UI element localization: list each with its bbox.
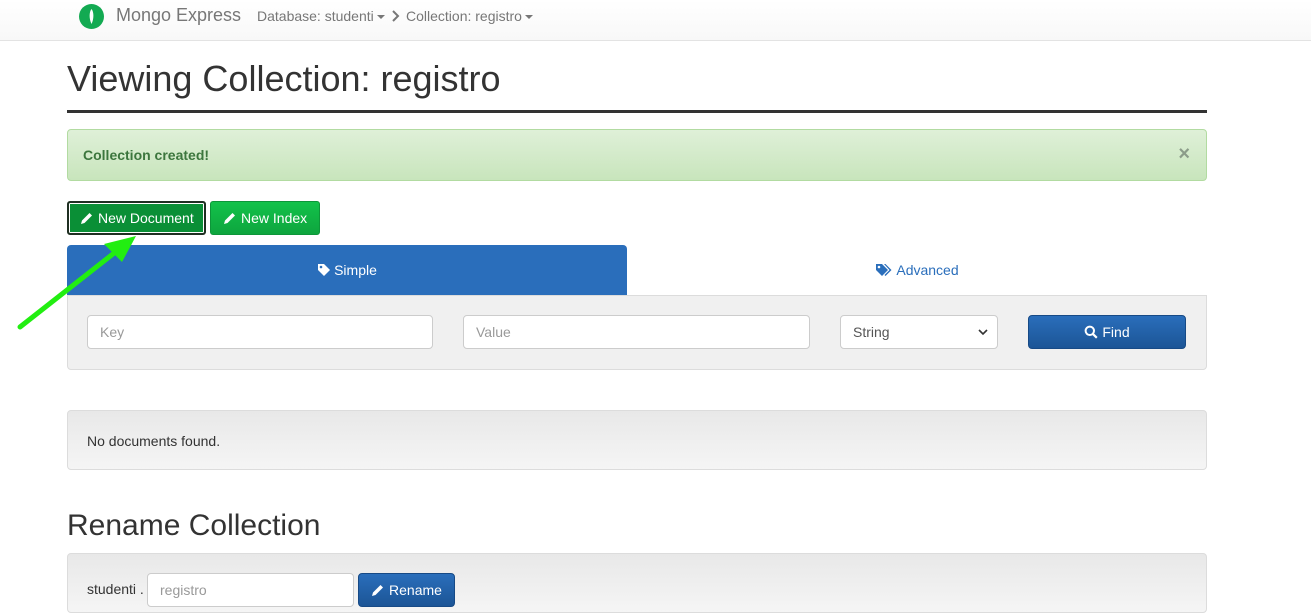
rename-button[interactable]: Rename <box>358 573 455 607</box>
select-arrow-icon <box>978 329 988 336</box>
type-select-value: String <box>853 324 890 340</box>
new-index-button[interactable]: New Index <box>210 201 320 235</box>
pencil-icon <box>224 213 235 224</box>
collection-label: Collection: registro <box>406 8 522 24</box>
rename-input[interactable] <box>147 573 354 607</box>
pencil-icon <box>81 213 92 224</box>
mongodb-leaf-icon[interactable] <box>79 4 104 29</box>
no-documents-message: No documents found. <box>87 433 221 449</box>
tab-advanced-label: Advanced <box>896 262 959 278</box>
caret-down-icon <box>524 15 533 20</box>
key-input[interactable] <box>87 315 433 349</box>
new-index-label: New Index <box>241 210 308 226</box>
find-label: Find <box>1102 324 1130 340</box>
find-button[interactable]: Find <box>1028 315 1186 349</box>
rename-database-prefix: studenti . <box>87 581 144 597</box>
search-icon <box>1084 325 1098 339</box>
documents-panel: No documents found. <box>67 410 1207 470</box>
pencil-icon <box>372 585 384 596</box>
value-input[interactable] <box>463 315 810 349</box>
page-title: Viewing Collection: registro <box>67 58 501 99</box>
title-divider <box>67 110 1207 113</box>
caret-down-icon <box>376 15 385 20</box>
database-dropdown[interactable]: Database: studenti <box>257 8 385 24</box>
navbar: Mongo Express Database: studenti Collect… <box>0 0 1311 41</box>
chevron-right-icon <box>391 9 401 25</box>
new-document-label: New Document <box>98 210 194 226</box>
success-alert: Collection created! × <box>67 129 1207 181</box>
close-icon[interactable]: × <box>1178 144 1190 164</box>
tab-simple[interactable]: Simple <box>67 245 627 295</box>
rename-label: Rename <box>389 582 442 598</box>
alert-message: Collection created! <box>83 147 210 163</box>
collection-dropdown[interactable]: Collection: registro <box>406 8 533 24</box>
type-select[interactable]: String <box>840 315 998 349</box>
new-document-button[interactable]: New Document <box>67 201 206 235</box>
tag-icon <box>318 264 331 276</box>
tab-advanced[interactable]: Advanced <box>627 245 1207 295</box>
tags-icon <box>876 264 892 276</box>
tab-simple-label: Simple <box>334 262 377 278</box>
rename-collection-heading: Rename Collection <box>67 509 321 542</box>
database-label: Database: studenti <box>257 8 374 24</box>
brand-name[interactable]: Mongo Express <box>116 5 241 26</box>
